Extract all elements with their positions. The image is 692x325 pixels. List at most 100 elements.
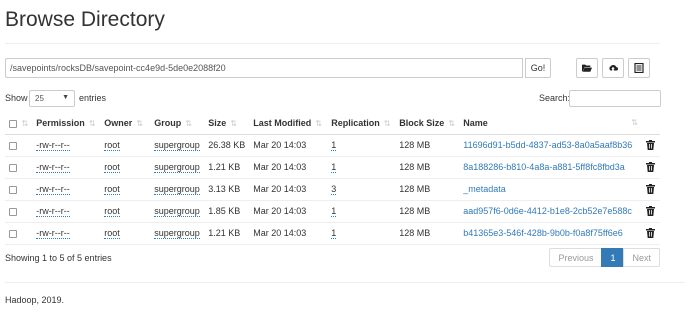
permission-cell[interactable]: -rw-r--r--: [32, 200, 101, 223]
replication-cell[interactable]: 3: [327, 178, 396, 201]
table-header-row: ⇅ Permission ⇅ Owner ⇅ Group ⇅ Size ⇅ Last M…: [5, 113, 660, 135]
replication-cell[interactable]: 1: [327, 200, 396, 223]
group-cell[interactable]: supergroup: [150, 178, 205, 201]
create-directory-button[interactable]: [576, 58, 598, 78]
file-link[interactable]: 11696d91-b5dd-4837-ad53-8a0a5aaf8b36: [463, 140, 632, 150]
group-cell[interactable]: supergroup: [150, 156, 205, 179]
column-block-size[interactable]: Block Size ⇅: [395, 113, 460, 135]
delete-button[interactable]: [642, 200, 660, 223]
group-cell[interactable]: supergroup: [150, 200, 205, 223]
page-size-select[interactable]: 25 ▼: [29, 90, 75, 107]
table-row: -rw-r--r-- root supergroup 3.13 KB Mar 2…: [5, 178, 660, 201]
upload-button[interactable]: [602, 58, 624, 78]
replication-cell[interactable]: 1: [327, 222, 396, 245]
delete-button[interactable]: [642, 178, 660, 201]
file-link[interactable]: aad957f6-0d6e-4412-b1e8-2cb52e7e588c: [463, 206, 632, 216]
block-size-cell: 128 MB: [395, 200, 460, 223]
file-link[interactable]: b41365e3-546f-428b-9b0b-f0a8f75ff6e6: [463, 228, 622, 238]
row-checkbox[interactable]: [9, 163, 17, 172]
owner-cell[interactable]: root: [100, 200, 151, 223]
permission-cell[interactable]: -rw-r--r--: [32, 156, 101, 179]
table-row: -rw-r--r-- root supergroup 1.85 KB Mar 2…: [5, 200, 660, 223]
table-row: -rw-r--r-- root supergroup 1.21 KB Mar 2…: [5, 156, 660, 179]
column-group[interactable]: Group ⇅: [150, 113, 205, 135]
column-size[interactable]: Size ⇅: [204, 113, 250, 135]
row-checkbox[interactable]: [9, 141, 17, 150]
delete-button[interactable]: [642, 222, 660, 245]
row-select-cell: [5, 134, 33, 157]
file-table: ⇅ Permission ⇅ Owner ⇅ Group ⇅ Size ⇅ Last M…: [5, 113, 660, 245]
replication-cell[interactable]: 1: [327, 134, 396, 157]
page-1-button[interactable]: 1: [601, 248, 625, 267]
column-replication[interactable]: Replication ⇅: [327, 113, 396, 135]
column-permission[interactable]: Permission ⇅: [32, 113, 101, 135]
page-title: Browse Directory: [5, 8, 165, 31]
title-divider: [5, 43, 660, 44]
name-cell[interactable]: aad957f6-0d6e-4412-b1e8-2cb52e7e588c: [459, 200, 642, 223]
cut-paste-button[interactable]: [628, 58, 650, 78]
trash-icon: [646, 162, 655, 173]
sort-icon: ⇅: [383, 119, 391, 129]
next-page-button[interactable]: Next: [623, 248, 660, 267]
modified-cell: Mar 20 14:03: [249, 178, 328, 201]
size-cell: 26.38 KB: [204, 134, 250, 157]
group-cell[interactable]: supergroup: [150, 134, 205, 157]
column-name[interactable]: Name ⇅: [459, 113, 642, 135]
show-label: Show: [5, 93, 28, 103]
name-cell[interactable]: b41365e3-546f-428b-9b0b-f0a8f75ff6e6: [459, 222, 642, 245]
select-all-header[interactable]: ⇅: [5, 113, 33, 135]
directory-path-input[interactable]: [5, 58, 523, 78]
sort-icon: ⇅: [631, 118, 638, 128]
column-actions: [642, 113, 660, 135]
owner-cell[interactable]: root: [100, 178, 151, 201]
row-checkbox[interactable]: [9, 185, 17, 194]
row-select-cell: [5, 156, 33, 179]
group-cell[interactable]: supergroup: [150, 222, 205, 245]
column-owner[interactable]: Owner ⇅: [100, 113, 151, 135]
permission-cell[interactable]: -rw-r--r--: [32, 178, 101, 201]
permission-cell[interactable]: -rw-r--r--: [32, 222, 101, 245]
go-button[interactable]: Go!: [525, 58, 551, 78]
trash-icon: [646, 228, 655, 239]
footer-divider: [5, 282, 685, 283]
footer-copyright: Hadoop, 2019.: [5, 295, 65, 305]
owner-cell[interactable]: root: [100, 134, 151, 157]
size-cell: 1.85 KB: [204, 200, 250, 223]
previous-page-button[interactable]: Previous: [549, 248, 603, 267]
owner-cell[interactable]: root: [100, 222, 151, 245]
modified-cell: Mar 20 14:03: [249, 222, 328, 245]
block-size-cell: 128 MB: [395, 222, 460, 245]
pagination: Previous 1 Next: [549, 248, 660, 267]
size-cell: 1.21 KB: [204, 222, 250, 245]
sort-icon: ⇅: [136, 119, 143, 129]
row-checkbox[interactable]: [9, 207, 17, 216]
entries-label: entries: [79, 93, 107, 103]
name-cell[interactable]: _metadata: [459, 178, 642, 201]
file-link[interactable]: _metadata: [463, 184, 506, 194]
block-size-cell: 128 MB: [395, 134, 460, 157]
name-cell[interactable]: 8a188286-b810-4a8a-a881-5ff8fc8fbd3a: [459, 156, 642, 179]
table-controls: Show 25 ▼ entries Search:: [5, 90, 661, 108]
file-link[interactable]: 8a188286-b810-4a8a-a881-5ff8fc8fbd3a: [463, 162, 624, 172]
column-last-modified[interactable]: Last Modified ⇅: [249, 113, 328, 135]
chevron-down-icon: ▼: [62, 94, 69, 101]
replication-cell[interactable]: 1: [327, 156, 396, 179]
search-label: Search:: [539, 93, 571, 103]
path-bar: Go!: [5, 58, 657, 78]
sort-icon: ⇅: [448, 119, 455, 129]
sort-icon: ⇅: [315, 119, 322, 129]
block-size-cell: 128 MB: [395, 156, 460, 179]
owner-cell[interactable]: root: [100, 156, 151, 179]
delete-button[interactable]: [642, 134, 660, 157]
row-checkbox[interactable]: [9, 229, 17, 238]
page-size-value: 25: [35, 94, 44, 103]
sort-icon: ⇅: [88, 119, 96, 129]
select-all-checkbox[interactable]: [9, 119, 17, 128]
upload-icon: [609, 64, 618, 71]
row-select-cell: [5, 178, 33, 201]
permission-cell[interactable]: -rw-r--r--: [32, 134, 101, 157]
search-input[interactable]: [569, 90, 661, 107]
delete-button[interactable]: [642, 156, 660, 179]
trash-icon: [646, 184, 655, 195]
name-cell[interactable]: 11696d91-b5dd-4837-ad53-8a0a5aaf8b36: [459, 134, 642, 157]
